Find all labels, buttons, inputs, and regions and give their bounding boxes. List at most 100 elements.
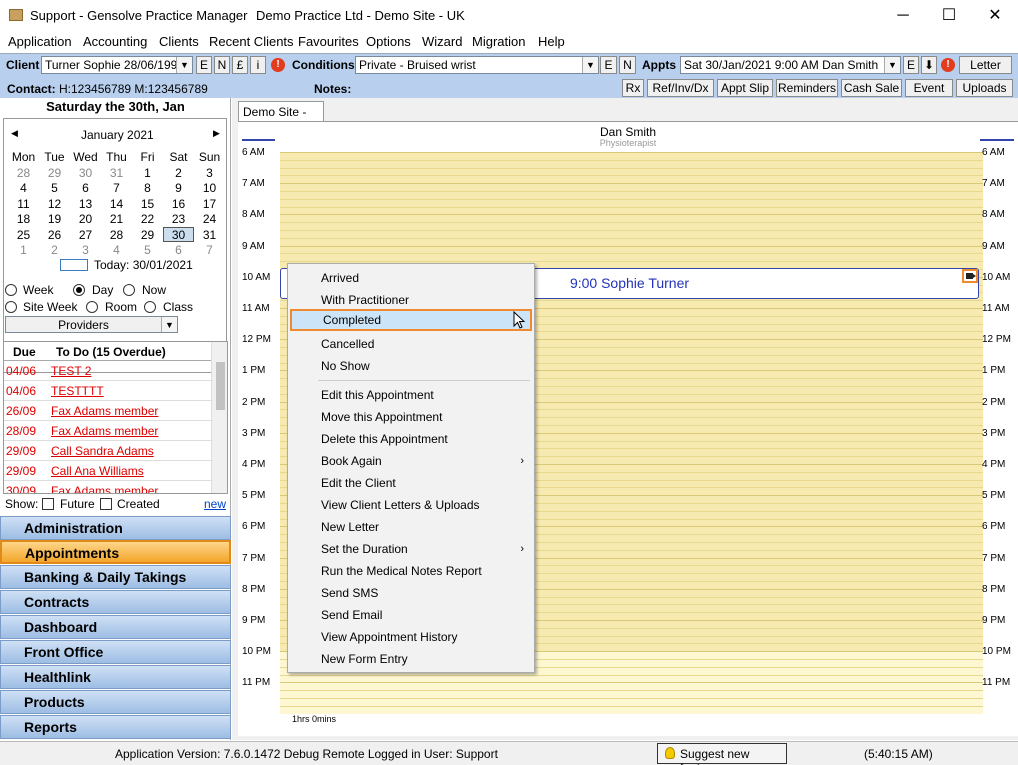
tab-demo-site[interactable]: Demo Site - UK bbox=[238, 101, 324, 133]
todo-task-link[interactable]: Call Ana Williams bbox=[51, 464, 144, 478]
day-view-radio[interactable] bbox=[73, 284, 85, 296]
new-todo-link[interactable]: new bbox=[204, 497, 226, 511]
todo-col-task[interactable]: To Do (15 Overdue) bbox=[56, 345, 166, 359]
ctx-move-appointment[interactable]: Move this Appointment bbox=[288, 406, 534, 428]
calendar-day[interactable]: 29 bbox=[39, 166, 70, 180]
ctx-appointment-history[interactable]: View Appointment History bbox=[288, 626, 534, 648]
todo-row[interactable]: 29/09 Call Sandra Adams bbox=[4, 441, 211, 461]
nav-appointments[interactable]: Appointments bbox=[0, 540, 231, 564]
now-view-radio[interactable] bbox=[123, 284, 135, 296]
ref-inv-dx-button[interactable]: Ref/Inv/Dx bbox=[647, 79, 714, 97]
calendar-day[interactable]: 30 bbox=[70, 166, 101, 180]
ctx-arrived[interactable]: Arrived bbox=[288, 267, 534, 289]
ctx-with-practitioner[interactable]: With Practitioner bbox=[288, 289, 534, 311]
calendar-day[interactable]: 9 bbox=[163, 181, 194, 195]
download-icon[interactable]: ⬇ bbox=[921, 56, 937, 74]
ctx-completed[interactable]: Completed bbox=[290, 309, 532, 331]
menu-favourites[interactable]: Favourites bbox=[298, 34, 359, 49]
todo-row[interactable]: 28/09 Fax Adams member bbox=[4, 421, 211, 441]
ctx-book-again[interactable]: Book Again › bbox=[288, 450, 534, 472]
site-week-radio[interactable] bbox=[5, 301, 17, 313]
cash-sale-button[interactable]: Cash Sale bbox=[841, 79, 902, 97]
room-view-radio[interactable] bbox=[86, 301, 98, 313]
client-edit-button[interactable]: E bbox=[196, 56, 212, 74]
todo-row[interactable]: 26/09 Fax Adams member bbox=[4, 401, 211, 421]
client-account-button[interactable]: £ bbox=[232, 56, 248, 74]
menu-wizard[interactable]: Wizard bbox=[422, 34, 462, 49]
nav-banking[interactable]: Banking & Daily Takings bbox=[0, 565, 231, 589]
class-view-radio[interactable] bbox=[144, 301, 156, 313]
calendar-day[interactable]: 1 bbox=[132, 166, 163, 180]
nav-products[interactable]: Products bbox=[0, 690, 231, 714]
todo-task-link[interactable]: Fax Adams member bbox=[51, 404, 158, 418]
calendar-day[interactable]: 23 bbox=[163, 212, 194, 226]
calendar-day[interactable]: 31 bbox=[194, 228, 225, 242]
todo-task-link[interactable]: TEST 2 bbox=[51, 364, 91, 378]
calendar-day[interactable]: 11 bbox=[8, 197, 39, 211]
calendar-day[interactable]: 15 bbox=[132, 197, 163, 211]
calendar-day[interactable]: 26 bbox=[39, 228, 70, 242]
calendar-day[interactable]: 25 bbox=[8, 228, 39, 242]
appts-select[interactable]: Sat 30/Jan/2021 9:00 AM Dan Smith ▼ bbox=[680, 56, 901, 74]
ctx-new-letter[interactable]: New Letter bbox=[288, 516, 534, 538]
nav-healthlink[interactable]: Healthlink bbox=[0, 665, 231, 689]
ctx-send-email[interactable]: Send Email bbox=[288, 604, 534, 626]
ctx-set-duration[interactable]: Set the Duration › bbox=[288, 538, 534, 560]
calendar-day[interactable]: 24 bbox=[194, 212, 225, 226]
calendar-day[interactable]: 10 bbox=[194, 181, 225, 195]
future-checkbox[interactable] bbox=[42, 498, 54, 510]
menu-application[interactable]: Application bbox=[8, 34, 72, 49]
conditions-select[interactable]: Private - Bruised wrist ▼ bbox=[355, 56, 599, 74]
appts-edit-button[interactable]: E bbox=[903, 56, 919, 74]
todo-task-link[interactable]: Fax Adams member bbox=[51, 424, 158, 438]
calendar-day[interactable]: 30 bbox=[163, 226, 194, 242]
client-info-button[interactable]: i bbox=[250, 56, 266, 74]
calendar-day[interactable]: 6 bbox=[163, 243, 194, 257]
calendar-day[interactable]: 7 bbox=[194, 243, 225, 257]
menu-help[interactable]: Help bbox=[538, 34, 565, 49]
ctx-no-show[interactable]: No Show bbox=[288, 355, 534, 377]
calendar-day[interactable]: 28 bbox=[8, 166, 39, 180]
calendar-day[interactable]: 14 bbox=[101, 197, 132, 211]
nav-front-office[interactable]: Front Office bbox=[0, 640, 231, 664]
scroll-thumb[interactable] bbox=[216, 362, 225, 410]
ctx-medical-notes-report[interactable]: Run the Medical Notes Report bbox=[288, 560, 534, 582]
calendar-day[interactable]: 8 bbox=[132, 181, 163, 195]
ctx-edit-client[interactable]: Edit the Client bbox=[288, 472, 534, 494]
menu-migration[interactable]: Migration bbox=[472, 34, 525, 49]
today-link[interactable]: Today: 30/01/2021 bbox=[94, 258, 193, 272]
client-notes-button[interactable]: N bbox=[214, 56, 230, 74]
calendar-day[interactable]: 6 bbox=[70, 181, 101, 195]
appt-slip-button[interactable]: Appt Slip bbox=[717, 79, 773, 97]
calendar-day[interactable]: 18 bbox=[8, 212, 39, 226]
calendar-day[interactable]: 4 bbox=[8, 181, 39, 195]
client-select[interactable]: Turner Sophie 28/06/1990 ▼ bbox=[41, 56, 193, 74]
calendar-day[interactable]: 3 bbox=[70, 243, 101, 257]
calendar-day[interactable]: 13 bbox=[70, 197, 101, 211]
todo-task-link[interactable]: Fax Adams member bbox=[51, 484, 158, 493]
menu-accounting[interactable]: Accounting bbox=[83, 34, 147, 49]
rx-button[interactable]: Rx bbox=[622, 79, 644, 97]
calendar-day[interactable]: 16 bbox=[163, 197, 194, 211]
calendar-day[interactable]: 5 bbox=[132, 243, 163, 257]
video-call-icon[interactable] bbox=[962, 269, 978, 283]
todo-row[interactable]: 29/09 Call Ana Williams bbox=[4, 461, 211, 481]
menu-options[interactable]: Options bbox=[366, 34, 411, 49]
suggest-feature-button[interactable]: Suggest new feature bbox=[657, 743, 787, 765]
week-view-radio[interactable] bbox=[5, 284, 17, 296]
calendar-day[interactable]: 17 bbox=[194, 197, 225, 211]
menu-clients[interactable]: Clients bbox=[159, 34, 199, 49]
client-alert-icon[interactable]: ! bbox=[271, 58, 285, 72]
calendar-day[interactable]: 2 bbox=[163, 166, 194, 180]
todo-row[interactable]: 04/06 TESTTTT bbox=[4, 381, 211, 401]
menu-recent-clients[interactable]: Recent Clients bbox=[209, 34, 294, 49]
calendar-day[interactable]: 28 bbox=[101, 228, 132, 242]
created-checkbox[interactable] bbox=[100, 498, 112, 510]
ctx-delete-appointment[interactable]: Delete this Appointment bbox=[288, 428, 534, 450]
calendar-day[interactable]: 12 bbox=[39, 197, 70, 211]
close-button[interactable]: ✕ bbox=[972, 0, 1018, 31]
ctx-view-letters[interactable]: View Client Letters & Uploads bbox=[288, 494, 534, 516]
calendar-day[interactable]: 20 bbox=[70, 212, 101, 226]
calendar-day[interactable]: 5 bbox=[39, 181, 70, 195]
providers-select[interactable]: Providers ▼ bbox=[5, 316, 178, 333]
